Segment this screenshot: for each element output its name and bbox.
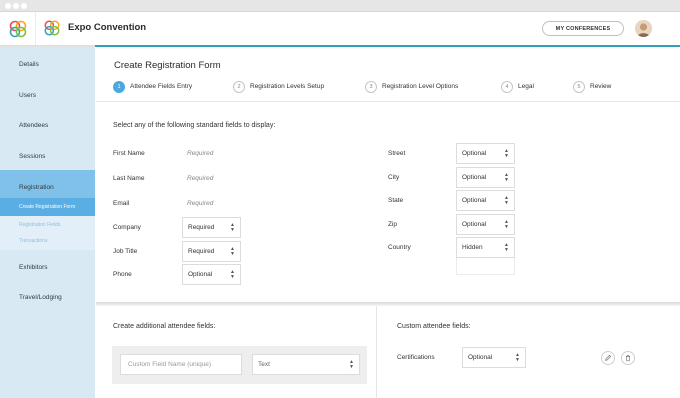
window-dot[interactable] [13, 3, 19, 9]
delete-field-button[interactable] [621, 351, 635, 365]
standard-fields-heading: Select any of the following standard fie… [113, 122, 276, 129]
step-label[interactable]: Attendee Fields Entry [130, 83, 192, 90]
sidebar-item-registration[interactable]: Registration [19, 184, 54, 191]
step-number[interactable]: 4 [501, 81, 513, 93]
field-label: Zip [388, 221, 398, 228]
conference-logo [43, 19, 61, 39]
step-number[interactable]: 5 [573, 81, 585, 93]
custom-field-visibility-select[interactable]: Optional ▲ ▼ [462, 347, 526, 368]
sidebar-subitem-registration-fields[interactable]: Registration Fields [19, 222, 60, 228]
select-arrows-icon: ▲ ▼ [504, 242, 509, 253]
select-value: Hidden [462, 244, 483, 251]
browser-chrome [0, 0, 680, 12]
trash-icon [626, 355, 630, 362]
additional-fields-heading: Create additional attendee fields: [113, 323, 216, 330]
edit-field-button[interactable] [601, 351, 615, 365]
sidebar-subitem-create-registration-form[interactable]: Create Registration Form [19, 204, 75, 210]
select-arrows-icon: ▲ ▼ [504, 172, 509, 183]
field-label: Job Title [113, 248, 138, 255]
select-arrows-icon: ▲ ▼ [230, 269, 235, 280]
custom-fields-panel [376, 306, 680, 398]
field-label: Country [388, 244, 411, 251]
field-visibility-select[interactable]: Optional ▲ ▼ [182, 264, 241, 285]
step-label[interactable]: Registration Levels Setup [250, 83, 324, 90]
custom-field-label: Certifications [397, 354, 435, 361]
header-accent-line [95, 45, 680, 47]
window-dot[interactable] [5, 3, 11, 9]
field-required-text: Required [187, 150, 214, 157]
select-value: Required [188, 224, 215, 231]
page-title: Create Registration Form [114, 60, 221, 71]
window-dot[interactable] [21, 3, 27, 9]
select-value: Optional [462, 221, 487, 228]
field-visibility-select[interactable]: Optional ▲ ▼ [456, 214, 515, 235]
select-arrows-icon: ▲ ▼ [349, 359, 354, 370]
select-arrows-icon: ▲ ▼ [230, 246, 235, 257]
field-label: Street [388, 150, 406, 157]
select-value: Required [188, 248, 215, 255]
field-label: Company [113, 224, 141, 231]
field-label: Last Name [113, 175, 145, 182]
field-visibility-select[interactable]: Required ▲ ▼ [182, 241, 241, 262]
custom-field-name-input[interactable]: Custom Field Name (unique) [120, 354, 242, 375]
select-value: Optional [462, 197, 487, 204]
pencil-icon [605, 354, 612, 361]
field-required-text: Required [187, 175, 214, 182]
select-arrows-icon: ▲ ▼ [504, 219, 509, 230]
app-title: Expo Convention [68, 22, 147, 33]
field-visibility-select[interactable]: Optional ▲ ▼ [456, 143, 515, 164]
sidebar-item-exhibitors[interactable]: Exhibitors [19, 264, 48, 271]
field-visibility-select[interactable]: Hidden ▲ ▼ [456, 237, 515, 258]
knot-logo-icon [9, 20, 26, 37]
custom-fields-heading: Custom attendee fields: [397, 323, 471, 330]
conference-logo-icon [44, 20, 60, 36]
field-label: City [388, 174, 400, 181]
step-label[interactable]: Legal [518, 83, 534, 90]
app-logo[interactable] [0, 12, 36, 45]
custom-field-type-select[interactable]: Text ▲ ▼ [252, 354, 360, 375]
select-value: Optional [462, 174, 487, 181]
user-avatar-icon [635, 20, 652, 37]
avatar[interactable] [635, 20, 652, 37]
select-value: Optional [188, 271, 213, 278]
field-label: Email [113, 200, 130, 207]
field-label: First Name [113, 150, 145, 157]
step-label[interactable]: Registration Level Options [382, 83, 458, 90]
select-dropdown-tail [456, 258, 515, 275]
select-arrows-icon: ▲ ▼ [504, 148, 509, 159]
step-label[interactable]: Review [590, 83, 611, 90]
field-label: State [388, 197, 404, 204]
my-conferences-button[interactable]: MY CONFERENCES [542, 21, 624, 36]
sidebar-item-sessions[interactable]: Sessions [19, 153, 45, 160]
field-label: Phone [113, 271, 132, 278]
step-number[interactable]: 2 [233, 81, 245, 93]
sidebar-item-details[interactable]: Details [19, 61, 39, 68]
field-visibility-select[interactable]: Optional ▲ ▼ [456, 190, 515, 211]
field-visibility-select[interactable]: Optional ▲ ▼ [456, 167, 515, 188]
sidebar-item-travel-lodging[interactable]: Travel/Lodging [19, 294, 62, 301]
browser-window: Expo Convention MY CONFERENCES Details U… [0, 0, 680, 398]
select-value: Text [258, 361, 270, 368]
select-arrows-icon: ▲ ▼ [504, 195, 509, 206]
select-arrows-icon: ▲ ▼ [515, 352, 520, 363]
select-arrows-icon: ▲ ▼ [230, 222, 235, 233]
select-value: Optional [468, 354, 493, 361]
select-value: Optional [462, 150, 487, 157]
sidebar-item-users[interactable]: Users [19, 92, 36, 99]
sidebar-subitem-transactions[interactable]: Transactions [19, 238, 47, 244]
step-number[interactable]: 3 [365, 81, 377, 93]
field-visibility-select[interactable]: Required ▲ ▼ [182, 217, 241, 238]
step-number[interactable]: 1 [113, 81, 125, 93]
field-required-text: Required [187, 200, 214, 207]
sidebar-item-attendees[interactable]: Attendees [19, 122, 48, 129]
